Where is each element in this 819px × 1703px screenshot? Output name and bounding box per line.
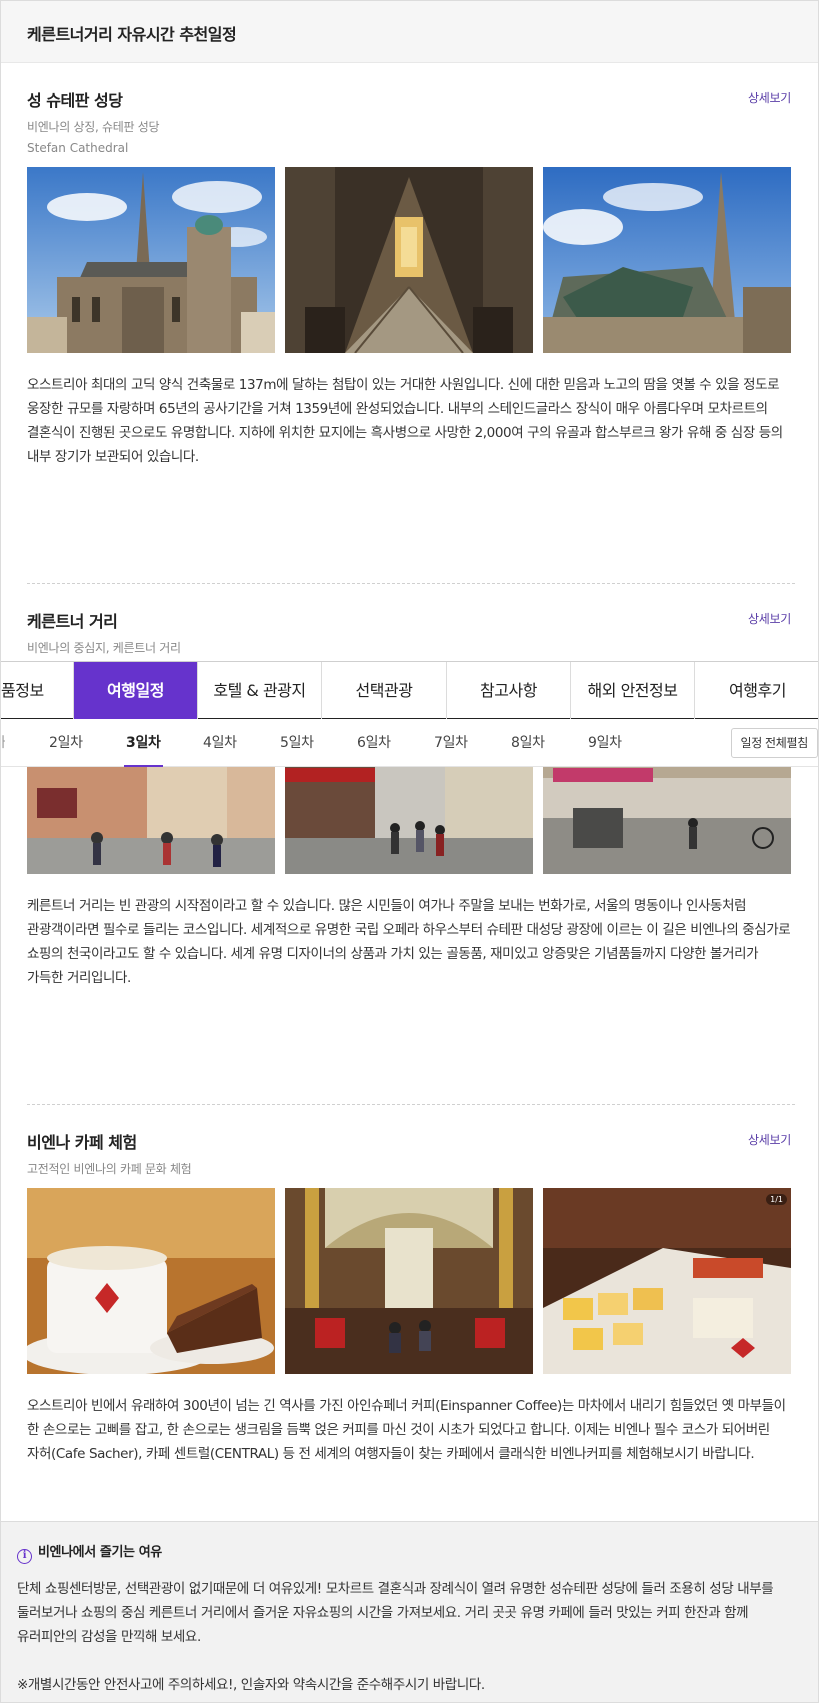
tip-title-text: 비엔나에서 즐기는 여유	[38, 1545, 162, 1560]
section-title: 케른트너거리 자유시간 추천일정	[27, 25, 237, 44]
place-description: 오스트리아 최대의 고딕 양식 건축물로 137m에 달하는 첨탑이 있는 거대…	[27, 377, 783, 465]
tip-title: i 비엔나에서 즐기는 여유	[17, 1541, 162, 1564]
photo-street-crowd[interactable]	[285, 767, 533, 874]
photo-street-cafe[interactable]	[543, 767, 791, 874]
tab-hotel-attractions[interactable]: 호텔 & 관광지	[198, 662, 322, 719]
main-tab-bar: 품정보 여행일정 호텔 & 관광지 선택관광 참고사항 해외 안전정보 여행후기	[1, 661, 818, 719]
photo-gallery: 1/1	[27, 1188, 791, 1374]
photo-cafe-central[interactable]	[285, 1188, 533, 1374]
day-tab-9[interactable]: 9일차	[588, 719, 622, 767]
day-tab-3[interactable]: 3일차	[124, 719, 163, 767]
day-tab-7[interactable]: 7일차	[434, 719, 468, 767]
day-tab-6[interactable]: 6일차	[357, 719, 391, 767]
photo-cathedral-roof[interactable]	[543, 167, 791, 353]
place-name: 성 슈테판 성당	[27, 91, 123, 110]
day-selector: ㅏ 2일차 3일차 4일차 5일차 6일차 7일차 8일차 9일차 일정 전체펼…	[1, 719, 818, 767]
tip-note: ※개별시간동안 안전사고에 주의하세요!, 인솔자와 약속시간을 준수해주시기 …	[17, 1677, 485, 1693]
divider	[27, 1104, 795, 1105]
day-tab-4[interactable]: 4일차	[203, 719, 237, 767]
place-subtitle: 비엔나의 상징, 슈테판 성당	[27, 120, 160, 134]
photo-cafe-pastries[interactable]: 1/1	[543, 1188, 791, 1374]
section-header: 케른트너거리 자유시간 추천일정	[1, 1, 818, 63]
tab-optional-tours[interactable]: 선택관광	[322, 662, 447, 719]
photo-gallery	[27, 167, 791, 353]
day-tab-5[interactable]: 5일차	[280, 719, 314, 767]
tab-itinerary[interactable]: 여행일정	[74, 662, 198, 719]
detail-link[interactable]: 상세보기	[748, 610, 791, 627]
info-icon: i	[17, 1549, 32, 1564]
place-subtitle: 비엔나의 중심지, 케른트너 거리	[27, 641, 181, 655]
tip-box: i 비엔나에서 즐기는 여유 단체 쇼핑센터방문, 선택관광이 없기때문에 더 여…	[1, 1521, 818, 1702]
photo-cathedral-interior[interactable]	[285, 167, 533, 353]
tab-notes[interactable]: 참고사항	[447, 662, 571, 719]
divider	[27, 583, 795, 584]
detail-link[interactable]: 상세보기	[748, 89, 791, 106]
place-subtitle-en: Stefan Cathedral	[27, 141, 129, 155]
photo-street-buildings[interactable]	[27, 767, 275, 874]
place-subtitle: 고전적인 비엔나의 카페 문화 체험	[27, 1162, 192, 1176]
day-previous-fragment[interactable]: ㅏ	[1, 719, 5, 767]
detail-link[interactable]: 상세보기	[748, 1131, 791, 1148]
tip-text: 단체 쇼핑센터방문, 선택관광이 없기때문에 더 여유있게! 모차르트 결혼식과…	[17, 1581, 774, 1645]
photo-coffee-cake[interactable]	[27, 1188, 275, 1374]
tab-overseas-safety[interactable]: 해외 안전정보	[571, 662, 695, 719]
place-description: 케른트너 거리는 빈 관광의 시작점이라고 할 수 있습니다. 많은 시민들이 …	[27, 898, 791, 986]
place-vienna-cafe: 비엔나 카페 체험 고전적인 비엔나의 카페 문화 체험 상세보기 1/1 오스…	[27, 1129, 791, 1519]
place-stephansdom: 성 슈테판 성당 비엔나의 상징, 슈테판 성당 Stefan Cathedra…	[27, 87, 791, 487]
photo-gallery	[27, 767, 791, 874]
photo-count-badge: 1/1	[766, 1194, 787, 1205]
place-name: 케른트너 거리	[27, 612, 118, 631]
page-frame: 케른트너거리 자유시간 추천일정 성 슈테판 성당 비엔나의 상징, 슈테판 성…	[0, 0, 819, 1703]
place-description: 오스트리아 빈에서 유래하여 300년이 넘는 긴 역사를 가진 아인슈페너 커…	[27, 1398, 786, 1462]
tab-reviews[interactable]: 여행후기	[695, 662, 818, 719]
place-name: 비엔나 카페 체험	[27, 1133, 137, 1152]
expand-all-button[interactable]: 일정 전체펼침	[730, 728, 818, 758]
tab-product-info[interactable]: 품정보	[1, 662, 74, 719]
photo-cathedral-exterior[interactable]	[27, 167, 275, 353]
day-tab-8[interactable]: 8일차	[511, 719, 545, 767]
day-tab-2[interactable]: 2일차	[49, 719, 83, 767]
